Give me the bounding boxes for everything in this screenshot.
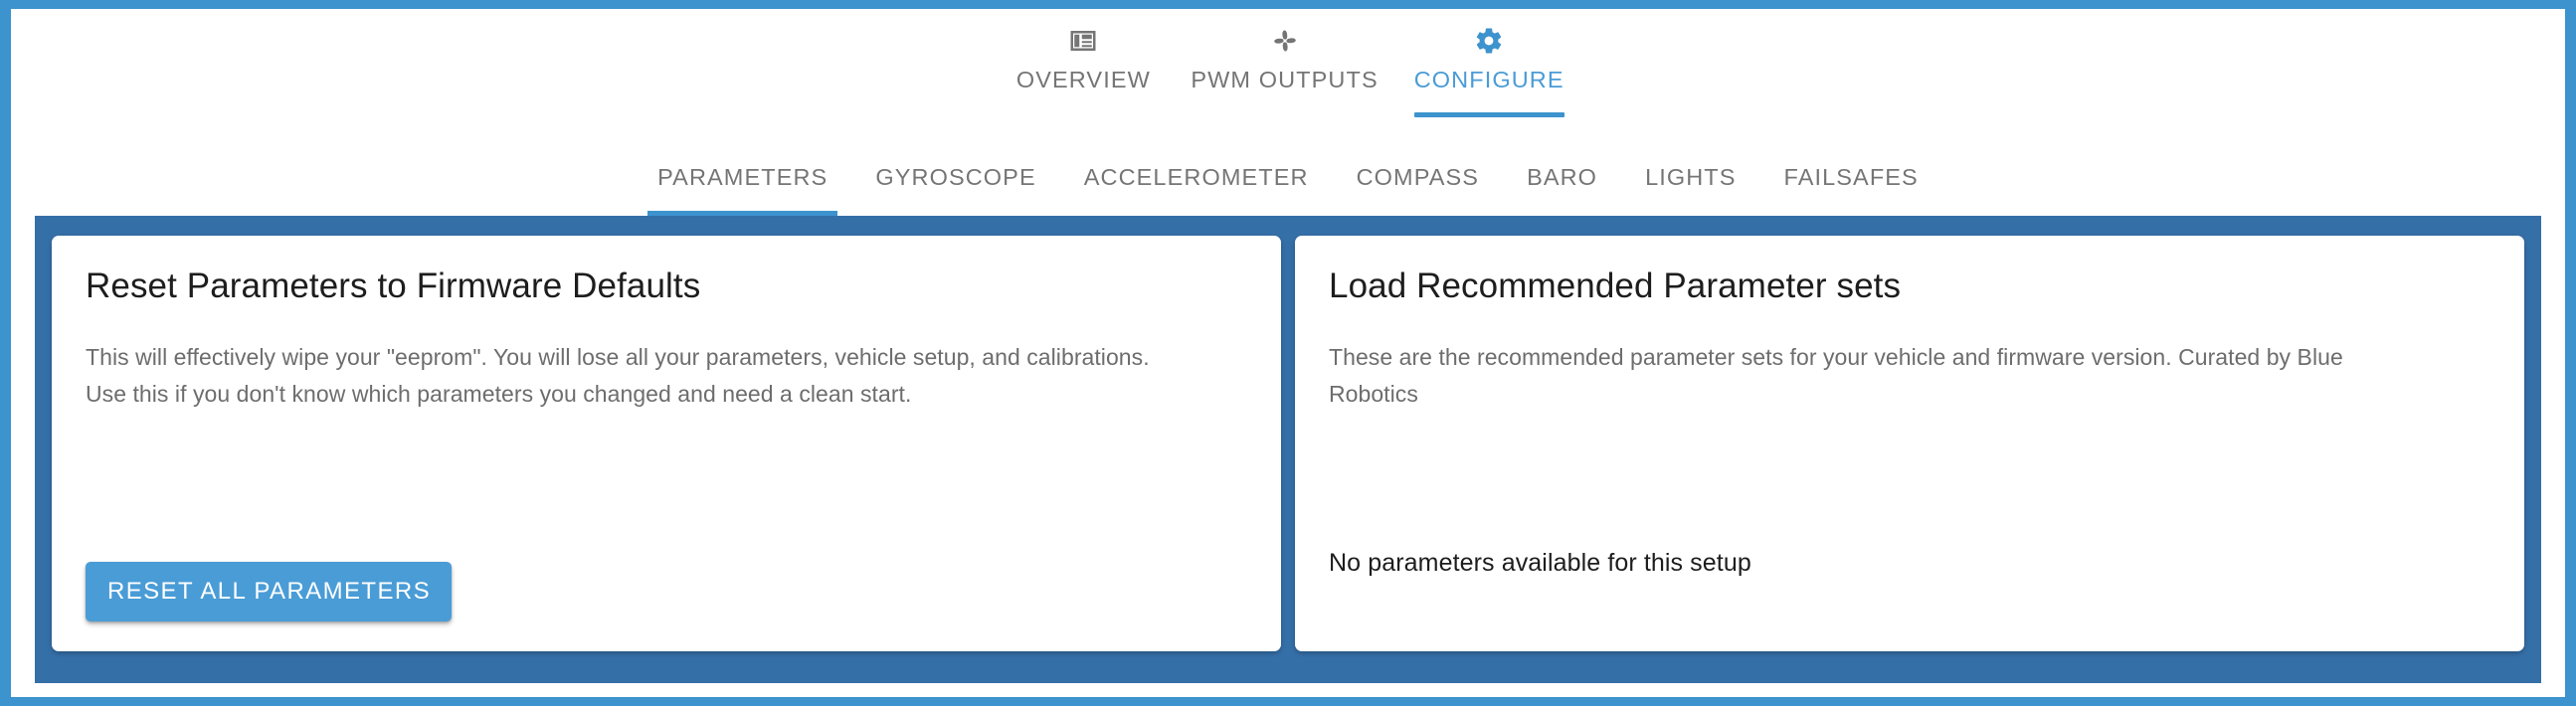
reset-parameters-title: Reset Parameters to Firmware Defaults — [86, 266, 701, 305]
subtab-parameters-label: PARAMETERS — [657, 164, 828, 190]
subtab-lights-label: LIGHTS — [1645, 164, 1737, 190]
subtab-parameters[interactable]: PARAMETERS — [634, 164, 851, 216]
content-panel: Reset Parameters to Firmware Defaults Th… — [35, 216, 2541, 683]
tab-overview-underline — [1012, 112, 1155, 117]
load-recommended-title: Load Recommended Parameter sets — [1329, 266, 1902, 305]
tab-pwm-outputs-label: PWM OUTPUTS — [1191, 67, 1379, 92]
tab-overview[interactable]: OVERVIEW — [994, 18, 1173, 117]
load-card-spacer — [1329, 414, 2490, 550]
reset-parameters-description: This will effectively wipe your "eeprom"… — [86, 344, 1150, 408]
tab-configure-underline — [1413, 112, 1564, 117]
subtab-failsafes[interactable]: FAILSAFES — [1760, 164, 1942, 216]
tab-pwm-outputs[interactable]: PWM OUTPUTS — [1173, 18, 1395, 117]
reset-card-spacer — [86, 414, 1247, 563]
subtab-accelerometer-label: ACCELEROMETER — [1083, 164, 1309, 190]
tab-configure[interactable]: CONFIGURE — [1396, 18, 1582, 117]
load-recommended-description: These are the recommended parameter sets… — [1329, 344, 2343, 408]
tab-pwm-outputs-underline — [1191, 112, 1378, 117]
application-viewport: OVERVIEW PWM OUTPUTS CONFIGURE PARAMETER… — [11, 9, 2565, 697]
subtab-compass-label: COMPASS — [1356, 164, 1480, 190]
dashboard-grid-icon — [1068, 26, 1098, 56]
fan-propeller-icon — [1270, 26, 1300, 56]
reset-all-parameters-button[interactable]: RESET ALL PARAMETERS — [86, 562, 452, 621]
gear-icon — [1474, 26, 1504, 56]
tab-configure-label: CONFIGURE — [1413, 67, 1564, 92]
subtab-gyroscope-label: GYROSCOPE — [875, 164, 1036, 190]
application-window: OVERVIEW PWM OUTPUTS CONFIGURE PARAMETER… — [0, 0, 2576, 706]
primary-navigation: OVERVIEW PWM OUTPUTS CONFIGURE — [11, 9, 2565, 117]
secondary-navigation: PARAMETERS GYROSCOPE ACCELEROMETER COMPA… — [11, 117, 2565, 216]
reset-parameters-card: Reset Parameters to Firmware Defaults Th… — [52, 236, 1281, 651]
tab-overview-label: OVERVIEW — [1015, 67, 1151, 92]
subtab-baro[interactable]: BARO — [1503, 164, 1621, 216]
subtab-failsafes-label: FAILSAFES — [1783, 164, 1919, 190]
subtab-compass[interactable]: COMPASS — [1333, 164, 1503, 216]
subtab-lights[interactable]: LIGHTS — [1621, 164, 1759, 216]
subtab-accelerometer[interactable]: ACCELEROMETER — [1060, 164, 1333, 216]
subtab-baro-label: BARO — [1527, 164, 1598, 190]
load-recommended-parameters-card: Load Recommended Parameter sets These ar… — [1295, 236, 2524, 651]
no-parameters-status: No parameters available for this setup — [1329, 549, 1751, 577]
subtab-gyroscope[interactable]: GYROSCOPE — [851, 164, 1059, 216]
